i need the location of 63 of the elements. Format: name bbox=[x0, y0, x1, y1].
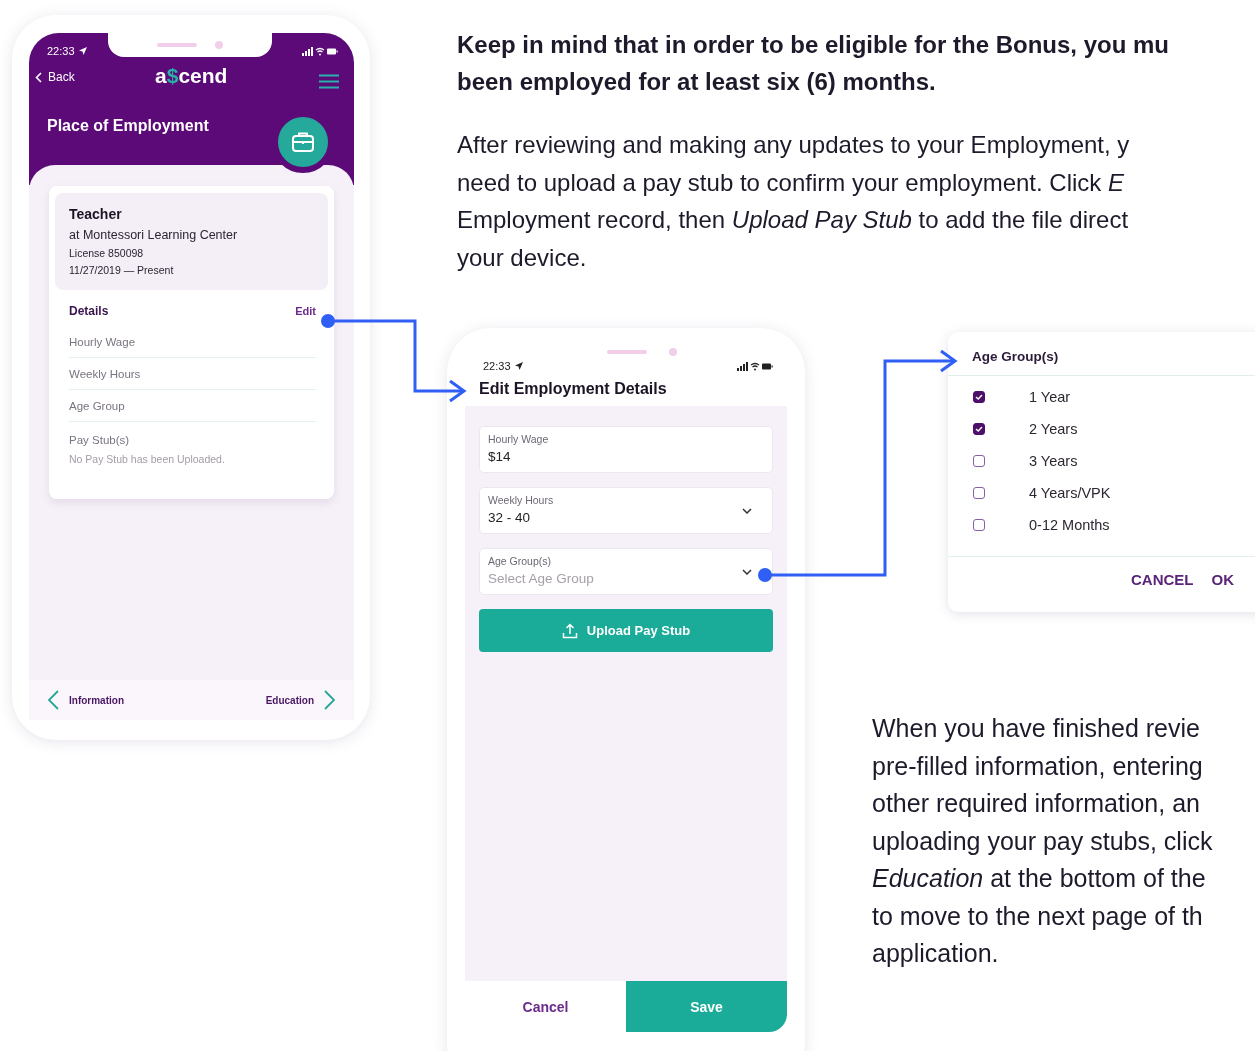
dialog-button[interactable]: OK bbox=[1211, 571, 1234, 588]
eligibility-note: been employed for at least six (6) months. bbox=[457, 67, 937, 97]
checkbox[interactable] bbox=[973, 519, 985, 531]
chevron-down-icon bbox=[742, 569, 752, 575]
page-title: Place of Employment bbox=[47, 117, 210, 135]
phone-notch bbox=[607, 348, 677, 356]
checkbox[interactable] bbox=[973, 455, 985, 467]
chevron-down-icon bbox=[742, 508, 752, 514]
option-label: 4 Years/VPK bbox=[1029, 485, 1111, 501]
location-arrow-icon bbox=[78, 47, 87, 55]
select-field[interactable]: Age Group(s) Select Age Group bbox=[479, 548, 773, 595]
checkmark-icon bbox=[975, 426, 983, 432]
location-arrow-icon bbox=[514, 362, 523, 370]
dialog-button[interactable]: CANCEL bbox=[1131, 571, 1194, 588]
upload-icon bbox=[561, 622, 578, 639]
option-label: 1 Year bbox=[1029, 389, 1071, 405]
summary-text: pre-filled information, entering bbox=[872, 750, 1204, 782]
eligibility-note: Keep in mind that in order to be eligible for the Bonus, you mu bbox=[457, 30, 1171, 60]
instruction-text: After reviewing and making any updates to your Employment, y bbox=[457, 130, 1131, 160]
input-field[interactable]: Hourly Wage $14 bbox=[479, 426, 773, 473]
next-link[interactable]: Education bbox=[265, 690, 336, 710]
menu-icon[interactable] bbox=[319, 74, 339, 89]
detail-label: Weekly Hours bbox=[69, 358, 316, 390]
status-icons bbox=[737, 361, 773, 371]
summary-text: Education at the bottom of the bbox=[872, 863, 1207, 894]
cancel-button[interactable]: Cancel bbox=[465, 981, 626, 1032]
screen-title: Edit Employment Details bbox=[479, 380, 668, 398]
back-button[interactable]: Back bbox=[35, 70, 75, 84]
previous-link[interactable]: Information bbox=[47, 690, 124, 710]
checkbox[interactable] bbox=[973, 487, 985, 499]
instruction-text: Employment record, then Upload Pay Stub to add the file direct bbox=[457, 205, 1130, 235]
option-label: 0-12 Months bbox=[1029, 517, 1110, 533]
dialog-title: Age Group(s) bbox=[948, 332, 1255, 376]
employer-name: at Montessori Learning Center bbox=[69, 228, 239, 242]
option-label: 3 Years bbox=[1029, 453, 1078, 469]
chevron-left-icon bbox=[35, 71, 42, 83]
detail-label: Hourly Wage bbox=[69, 326, 316, 358]
detail-label: Age Group bbox=[69, 390, 316, 422]
summary-text: other required information, an bbox=[872, 788, 1201, 819]
status-time: 22:33 bbox=[483, 360, 511, 372]
instruction-text: your device. bbox=[457, 242, 588, 273]
job-title: Teacher bbox=[69, 206, 123, 222]
summary-text: to move to the next page of th bbox=[872, 900, 1204, 932]
option-label: 2 Years bbox=[1029, 421, 1078, 437]
employment-dates: 11/27/2019 — Present bbox=[69, 264, 175, 276]
instruction-text: need to upload a pay stub to confirm your employment. Click E bbox=[457, 167, 1125, 198]
pay-stub-note: No Pay Stub has been Uploaded. bbox=[69, 453, 226, 465]
edit-link[interactable]: Edit bbox=[295, 304, 316, 318]
summary-text: uploading your pay stubs, click bbox=[872, 825, 1214, 857]
app-logo: a$cend bbox=[155, 64, 228, 88]
summary-text: application. bbox=[872, 938, 1000, 969]
pay-stub-label: Pay Stub(s) bbox=[69, 434, 131, 446]
details-heading: Details bbox=[69, 304, 109, 318]
status-icons bbox=[302, 46, 338, 56]
license-number: License 850098 bbox=[69, 247, 145, 259]
chevron-right-icon bbox=[324, 690, 336, 710]
checkmark-icon bbox=[975, 394, 983, 400]
select-field[interactable]: Weekly Hours 32 - 40 bbox=[479, 487, 773, 534]
checkbox[interactable] bbox=[973, 391, 985, 403]
chevron-left-icon bbox=[47, 690, 59, 710]
summary-text: When you have finished revie bbox=[872, 713, 1201, 744]
checkbox[interactable] bbox=[973, 423, 985, 435]
status-time: 22:33 bbox=[47, 45, 75, 57]
